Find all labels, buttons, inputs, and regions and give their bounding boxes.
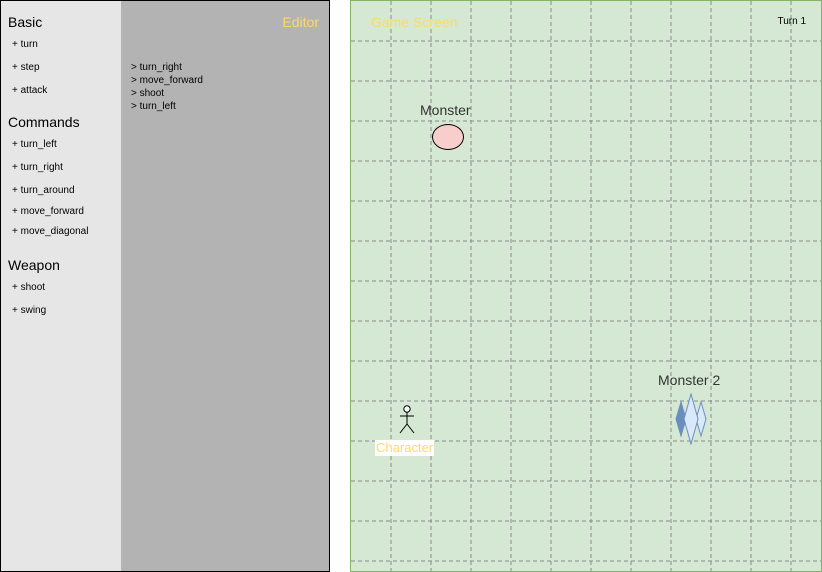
command-item-move-forward[interactable]: + move_forward <box>12 206 84 217</box>
monster-2-label: Monster 2 <box>658 372 721 388</box>
game-grid <box>351 1 821 571</box>
character-stickman-icon[interactable] <box>398 405 416 435</box>
command-item-attack[interactable]: + attack <box>12 85 47 96</box>
game-screen-title: Game Screen <box>371 14 458 30</box>
section-title-weapon: Weapon <box>8 257 60 273</box>
command-item-turn-around[interactable]: + turn_around <box>12 185 75 196</box>
command-item-turn-left[interactable]: + turn_left <box>12 139 57 150</box>
character-label: Character <box>375 440 435 456</box>
monster-2-crystal-icon[interactable] <box>674 393 708 445</box>
editor-title: Editor <box>282 14 319 30</box>
editor-line[interactable]: > move_forward <box>131 74 203 87</box>
section-title-commands: Commands <box>8 114 80 130</box>
command-item-turn-right[interactable]: + turn_right <box>12 162 63 173</box>
turn-counter: Turn 1 <box>777 16 806 27</box>
editor-panel[interactable]: Editor > turn_right > move_forward > sho… <box>121 0 330 572</box>
command-palette: Basic + turn + step + attack Commands + … <box>0 0 122 572</box>
editor-line[interactable]: > shoot <box>131 87 203 100</box>
game-screen[interactable]: Game Screen Turn 1 Monster Monster 2 Cha… <box>350 0 822 572</box>
command-item-turn[interactable]: + turn <box>12 39 38 50</box>
command-item-shoot[interactable]: + shoot <box>12 282 45 293</box>
monster-sprite[interactable] <box>432 124 464 150</box>
command-item-step[interactable]: + step <box>12 62 40 73</box>
command-item-move-diagonal[interactable]: + move_diagonal <box>12 226 88 237</box>
editor-line[interactable]: > turn_right <box>131 61 203 74</box>
section-title-basic: Basic <box>8 14 43 30</box>
editor-line[interactable]: > turn_left <box>131 100 203 113</box>
editor-script[interactable]: > turn_right > move_forward > shoot > tu… <box>131 61 203 113</box>
command-item-swing[interactable]: + swing <box>12 305 46 316</box>
monster-label: Monster <box>420 102 471 118</box>
